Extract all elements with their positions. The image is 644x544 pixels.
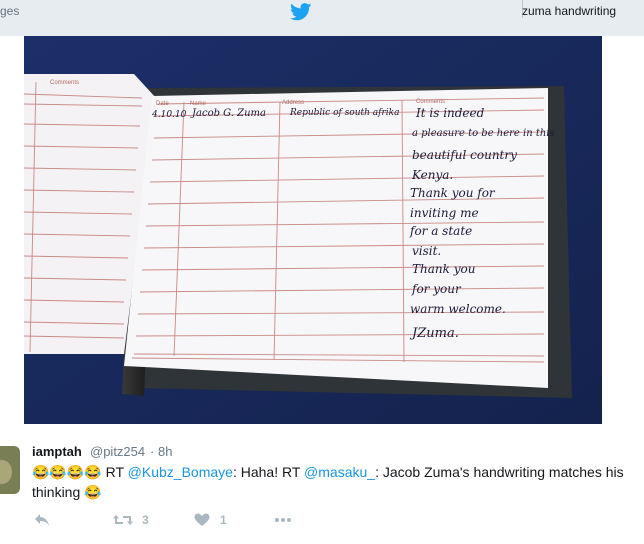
comment-line: a pleasure to be here in this	[412, 128, 555, 139]
reply-icon	[35, 514, 49, 526]
like-button[interactable]: 1	[194, 510, 227, 530]
tweet[interactable]: iamptah @pitz254 · 8h 😂😂😂😂 RT @Kubz_Boma…	[0, 424, 644, 544]
retweet-count: 3	[142, 513, 149, 527]
address-entry: Republic of south afrika	[290, 108, 400, 118]
date-entry: 4.10.10	[152, 110, 187, 120]
more-icon	[275, 518, 291, 522]
signature: JZuma.	[412, 326, 459, 341]
tweet-photo[interactable]: Comments Date Name Address Comments 4.10…	[24, 36, 602, 424]
rt-label: RT	[105, 464, 124, 480]
left-comments-label: Comments	[50, 80, 80, 86]
comment-line: Thank you	[412, 262, 476, 276]
tweet-text: 😂😂😂😂 RT @Kubz_Bomaye: Haha! RT @masaku_:…	[32, 462, 642, 502]
comment-line: Kenya.	[412, 168, 454, 182]
tweet-actions: 3 1	[32, 510, 332, 530]
user-display-name[interactable]: iamptah	[32, 444, 82, 459]
more-button[interactable]	[274, 510, 292, 530]
tweet-timestamp[interactable]: 8h	[158, 444, 172, 459]
mention-link[interactable]: @masaku_	[304, 464, 375, 480]
comments-column-label: Comments	[416, 99, 446, 105]
comment-line: visit.	[412, 244, 442, 258]
avatar[interactable]	[0, 446, 20, 494]
comment-line: inviting me	[410, 206, 479, 220]
name-entry: Jacob G. Zuma	[192, 108, 266, 119]
like-count: 1	[220, 513, 227, 527]
emoji-prefix: 😂😂😂😂	[32, 464, 102, 480]
separator-dot: ·	[150, 444, 155, 459]
guestbook-image	[24, 36, 602, 424]
user-handle[interactable]: @pitz254	[90, 444, 145, 459]
twitter-bird-icon[interactable]	[290, 3, 312, 21]
retweet-icon	[113, 515, 133, 525]
comment-line: for your	[412, 282, 461, 296]
tab-label-left[interactable]: ges	[0, 4, 19, 18]
mention-link[interactable]: @Kubz_Bomaye	[128, 464, 233, 480]
tweet-text-part: : Haha! RT	[232, 464, 301, 480]
heart-icon	[194, 513, 210, 526]
search-query-tab[interactable]: zuma handwriting	[522, 4, 616, 18]
comment-line: beautiful country	[412, 148, 517, 162]
comment-line: warm welcome.	[410, 302, 506, 316]
comment-line: Thank you for	[410, 186, 495, 200]
emoji-suffix: 😂	[84, 484, 102, 500]
name-column-label: Name	[190, 101, 207, 107]
retweet-button[interactable]: 3	[112, 510, 149, 530]
comment-line: It is indeed	[416, 106, 485, 120]
comment-line: for a state	[410, 224, 473, 238]
reply-button[interactable]	[34, 510, 50, 530]
top-bar: ges zuma handwriting	[0, 0, 644, 36]
date-column-label: Date	[156, 101, 169, 107]
address-column-label: Address	[282, 100, 305, 106]
